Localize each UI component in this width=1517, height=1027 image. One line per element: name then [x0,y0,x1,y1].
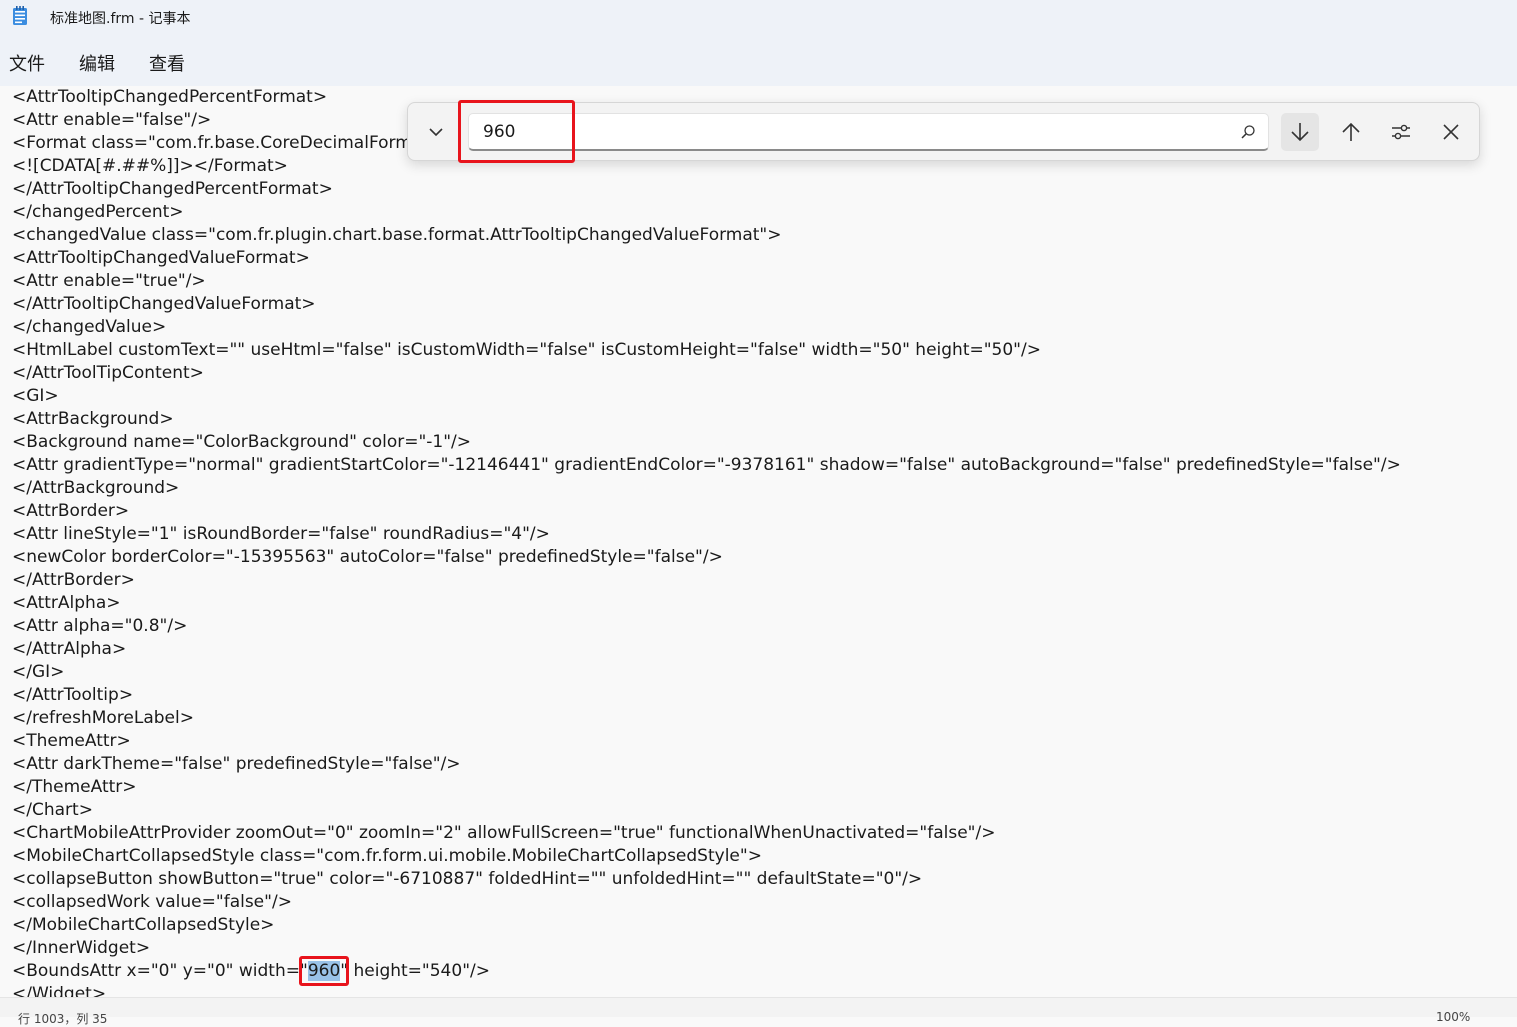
sliders-icon [1392,124,1410,140]
find-options-button[interactable] [1382,113,1420,151]
code-line: </changedValue> [12,317,167,337]
code-line: </refreshMoreLabel> [12,708,194,728]
code-line: <AttrBackground> [12,409,174,429]
code-line: <ThemeAttr> [12,731,131,751]
menu-bar: 文件 编辑 查看 [0,34,1517,86]
code-line: </AttrBorder> [12,570,135,590]
editor-lines: <AttrTooltipChangedPercentFormat> <Attr e… [12,86,1401,997]
code-line: <Attr lineStyle="1" isRoundBorder="false… [12,524,550,544]
search-match-highlight: 960 [307,961,341,981]
code-line: <MobileChartCollapsedStyle class="com.fr… [12,846,762,866]
code-line: <Attr alpha="0.8"/> [12,616,188,636]
code-line: <AttrAlpha> [12,593,121,613]
menu-file[interactable]: 文件 [9,50,45,76]
code-line: <changedValue class="com.fr.plugin.chart… [12,225,782,245]
search-icon[interactable] [1240,124,1256,140]
code-line: <Attr enable="true"/> [12,271,206,291]
code-line: <AttrTooltipChangedValueFormat> [12,248,310,268]
chevron-down-icon[interactable] [424,120,448,144]
cursor-position: 行 1003，列 35 [18,1012,108,1026]
find-next-button[interactable] [1281,113,1319,151]
find-input[interactable] [483,122,1223,142]
arrow-up-icon [1342,122,1360,141]
match-line-after: " height="540"/> [340,961,490,981]
code-line: <Attr darkTheme="false" predefinedStyle=… [12,754,461,774]
code-line: <Attr gradientType="normal" gradientStar… [12,455,1401,475]
title-bar: 标准地图.frm - 记事本 [0,0,1517,34]
code-line: </Widget> [12,984,107,997]
window-title: 标准地图.frm - 记事本 [50,11,191,27]
code-line: <HtmlLabel customText="" useHtml="false"… [12,340,1041,360]
code-line: </GI> [12,662,65,682]
code-line: <ChartMobileAttrProvider zoomOut="0" zoo… [12,823,996,843]
code-line: </AttrBackground> [12,478,180,498]
code-line: </AttrTooltipChangedPercentFormat> [12,179,333,199]
find-previous-button[interactable] [1332,113,1370,151]
code-line: <collapsedWork value="false"/> [12,892,292,912]
find-input-box [468,113,1269,151]
code-line: <newColor borderColor="-15395563" autoCo… [12,547,723,567]
code-line: </Chart> [12,800,93,820]
find-bar [407,102,1480,161]
code-line: <collapseButton showButton="true" color=… [12,869,923,889]
code-line: </InnerWidget> [12,938,151,958]
code-line: <GI> [12,386,59,406]
code-line: </AttrToolTipContent> [12,363,204,383]
menu-edit[interactable]: 编辑 [79,50,115,76]
code-line: </AttrTooltipChangedValueFormat> [12,294,316,314]
code-line: <Background name="ColorBackground" color… [12,432,472,452]
code-line: </AttrAlpha> [12,639,127,659]
text-editor[interactable]: <AttrTooltipChangedPercentFormat> <Attr e… [0,86,1517,997]
code-line: </AttrTooltip> [12,685,134,705]
match-line-before: <BoundsAttr x="0" y="0" width=" [12,961,308,981]
arrow-down-icon [1291,123,1309,142]
code-line: </ThemeAttr> [12,777,137,797]
code-line: </changedPercent> [12,202,184,222]
menu-view[interactable]: 查看 [149,50,185,76]
close-icon [1443,124,1459,140]
find-close-button[interactable] [1432,113,1470,151]
code-line-match: <BoundsAttr x="0" y="0" width="960" heig… [12,960,1401,983]
status-bar: 行 1003，列 35 100% [0,997,1517,1026]
zoom-level[interactable]: 100% [1436,1010,1470,1024]
code-line: </MobileChartCollapsedStyle> [12,915,275,935]
notepad-icon [13,6,27,25]
code-line: <AttrBorder> [12,501,130,521]
